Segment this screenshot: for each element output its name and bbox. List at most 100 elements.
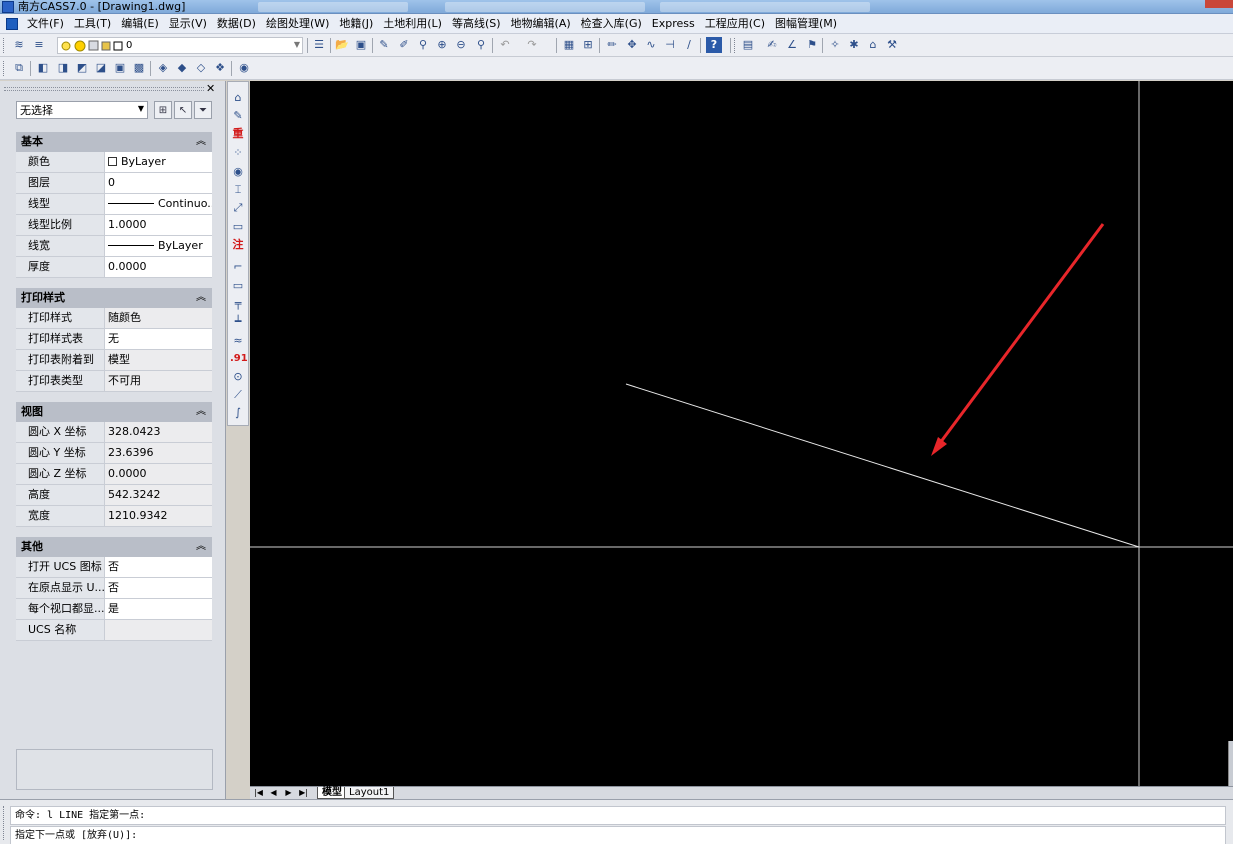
property-row[interactable]: 宽度 1210.9342 <box>16 506 212 527</box>
properties-icon[interactable]: ▦ <box>561 37 577 53</box>
collapse-icon[interactable]: ︽ <box>196 288 206 308</box>
select-objects-icon[interactable]: ↖ <box>174 101 192 119</box>
layer-state-icon[interactable]: ≡ <box>31 37 47 53</box>
property-row[interactable]: 打印表类型 不可用 <box>16 371 212 392</box>
menu-item[interactable]: 地籍(J) <box>334 15 378 33</box>
property-row[interactable]: 线型比例 1.0000 <box>16 215 212 236</box>
annotate-button[interactable]: 注 <box>230 237 246 253</box>
property-value[interactable]: ByLayer <box>104 236 212 256</box>
drawn-line[interactable] <box>625 383 1140 548</box>
section-header[interactable]: 打印样式 ︽ <box>16 288 212 308</box>
zoom-previous-icon[interactable]: ⚲ <box>473 37 489 53</box>
property-value[interactable]: 328.0423 <box>104 422 212 442</box>
collapse-icon[interactable]: ︽ <box>196 537 206 557</box>
rectangle-icon[interactable]: ▭ <box>230 278 246 294</box>
quick-select-icon[interactable]: ⏷ <box>194 101 212 119</box>
chevron-down-icon[interactable]: ▼ <box>294 40 300 49</box>
scale-icon[interactable]: ⤢ <box>230 200 246 216</box>
named-views-icon[interactable]: ⧉ <box>11 60 27 76</box>
tool-icon[interactable]: ⚒ <box>884 37 900 53</box>
toolbar-grip[interactable] <box>3 38 6 53</box>
tab-model[interactable]: 模型 <box>317 787 347 799</box>
tag-icon[interactable]: ⌂ <box>230 90 246 106</box>
close-icon[interactable]: ✕ <box>206 82 215 95</box>
property-value[interactable]: 否 <box>104 557 212 577</box>
redo-icon[interactable]: ↷ <box>524 37 540 53</box>
edit-icon[interactable]: ✐ <box>396 37 412 53</box>
collapse-icon[interactable]: ︽ <box>196 132 206 152</box>
top-view-icon[interactable]: ◧ <box>35 60 51 76</box>
water-icon[interactable]: ≈ <box>230 333 246 349</box>
layers-icon[interactable]: ≋ <box>11 37 27 53</box>
document-icon[interactable] <box>6 17 18 30</box>
pen-icon[interactable]: ✎ <box>230 108 246 124</box>
next-tab-icon[interactable]: ▶ <box>282 787 295 799</box>
scrollbar-thumb[interactable] <box>1228 741 1233 786</box>
property-value[interactable]: 模型 <box>104 350 212 370</box>
property-value[interactable]: 23.6396 <box>104 443 212 463</box>
property-row[interactable]: 在原点显示 U... 否 <box>16 578 212 599</box>
help-icon[interactable]: ? <box>706 37 722 53</box>
pan-icon[interactable]: ✥ <box>624 37 640 53</box>
menu-item[interactable]: Express <box>647 15 700 33</box>
palette-grip[interactable] <box>4 87 204 91</box>
menu-item[interactable]: 土地利用(L) <box>378 15 447 33</box>
property-value[interactable]: 1210.9342 <box>104 506 212 526</box>
property-value[interactable]: 0 <box>104 173 212 193</box>
property-row[interactable]: 每个视口都显... 是 <box>16 599 212 620</box>
property-row[interactable]: 颜色 ByLayer <box>16 152 212 173</box>
contour-icon[interactable]: ∫ <box>230 405 246 421</box>
section-header[interactable]: 视图 ︽ <box>16 402 212 422</box>
last-tab-icon[interactable]: ▶| <box>297 787 310 799</box>
railway-icon[interactable]: ┷ <box>230 314 246 330</box>
pencil-icon[interactable]: ✎ <box>376 37 392 53</box>
menu-item[interactable]: 等高线(S) <box>447 15 506 33</box>
property-row[interactable]: 图层 0 <box>16 173 212 194</box>
menu-item[interactable]: 检查入库(G) <box>576 15 647 33</box>
zoom-window-icon[interactable]: ⚲ <box>415 37 431 53</box>
menu-item[interactable]: 工具(T) <box>69 15 116 33</box>
layer-dropdown[interactable]: 0 ▼ <box>57 37 303 54</box>
edit-text-icon[interactable]: ✍ <box>764 37 780 53</box>
property-value[interactable]: 否 <box>104 578 212 598</box>
angle-icon[interactable]: ∠ <box>784 37 800 53</box>
property-value[interactable]: 0.0000 <box>104 257 212 277</box>
property-row[interactable]: 打印样式表 无 <box>16 329 212 350</box>
measure-icon[interactable]: ⌶ <box>230 182 246 198</box>
property-value[interactable] <box>104 620 212 640</box>
bottom-view-icon[interactable]: ◨ <box>55 60 71 76</box>
drawing-canvas[interactable] <box>250 81 1233 786</box>
save-icon[interactable]: ▣ <box>353 37 369 53</box>
property-value[interactable]: 随颜色 <box>104 308 212 328</box>
polyline-icon[interactable]: ∕ <box>681 37 697 53</box>
property-row[interactable]: 打印表附着到 模型 <box>16 350 212 371</box>
tab-layout1[interactable]: Layout1 <box>344 787 395 799</box>
grip-points-icon[interactable]: ⁘ <box>230 145 246 161</box>
close-button[interactable] <box>1205 0 1233 8</box>
property-row[interactable]: UCS 名称 <box>16 620 212 641</box>
property-row[interactable]: 圆心 Z 坐标 0.0000 <box>16 464 212 485</box>
redraw-button[interactable]: 重 <box>230 126 246 142</box>
grid-icon[interactable]: ⊞ <box>580 37 596 53</box>
property-value[interactable]: Continuo... <box>104 194 212 214</box>
property-row[interactable]: 高度 542.3242 <box>16 485 212 506</box>
symbol-icon[interactable]: ✱ <box>846 37 862 53</box>
window-icon[interactable]: ▤ <box>740 37 756 53</box>
menu-item[interactable]: 数据(D) <box>212 15 261 33</box>
tag-icon[interactable]: ⌂ <box>865 37 881 53</box>
property-value[interactable]: 不可用 <box>104 371 212 391</box>
snap-icon[interactable]: ∿ <box>643 37 659 53</box>
nw-iso-icon[interactable]: ❖ <box>212 60 228 76</box>
property-row[interactable]: 厚度 0.0000 <box>16 257 212 278</box>
property-value[interactable]: 1.0000 <box>104 215 212 235</box>
menu-item[interactable]: 地物编辑(A) <box>506 15 576 33</box>
attribute-icon[interactable]: ⚑ <box>804 37 820 53</box>
first-tab-icon[interactable]: |◀ <box>252 787 265 799</box>
left-view-icon[interactable]: ◩ <box>74 60 90 76</box>
line-icon[interactable]: ⟋ <box>230 387 246 403</box>
menu-item[interactable]: 文件(F) <box>22 15 69 33</box>
sw-iso-icon[interactable]: ◈ <box>155 60 171 76</box>
menu-item[interactable]: 绘图处理(W) <box>261 15 334 33</box>
property-row[interactable]: 圆心 X 坐标 328.0423 <box>16 422 212 443</box>
property-row[interactable]: 线宽 ByLayer <box>16 236 212 257</box>
